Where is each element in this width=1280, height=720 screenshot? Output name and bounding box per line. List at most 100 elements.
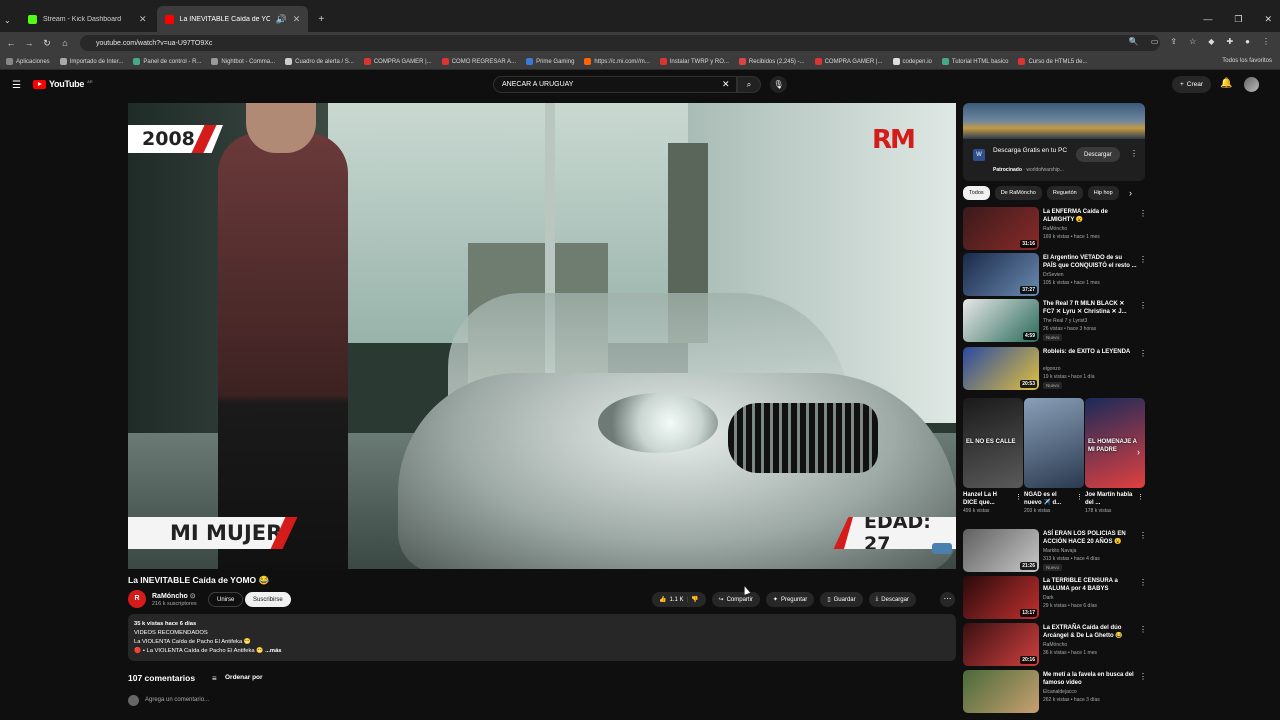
video-channel[interactable]: RaMóncho	[1043, 226, 1067, 232]
chevron-right-icon[interactable]: ›	[1129, 188, 1132, 198]
comment-input[interactable]: Agrega un comentario...	[145, 697, 209, 703]
close-window-icon[interactable]: ✕	[1264, 14, 1272, 25]
hamburger-menu-icon[interactable]: ☰	[12, 80, 21, 91]
short-title[interactable]: Hanzel La H DICE que...	[963, 491, 1011, 507]
back-icon[interactable]: ←	[2, 38, 20, 48]
short-thumbnail[interactable]: EL NO ES CALLE	[963, 398, 1023, 488]
video-thumbnail[interactable]: 13:17	[963, 576, 1039, 619]
channel-avatar[interactable]: R	[128, 590, 146, 608]
chip-all[interactable]: Todos	[963, 186, 990, 200]
short-thumbnail[interactable]: EL HOMENAJE A MI PADRE	[1085, 398, 1145, 488]
sponsored-ad-card[interactable]: W Descarga Gratis en tu PC Patrocinado ·…	[963, 103, 1145, 181]
video-menu-icon[interactable]: ⋮	[1139, 672, 1147, 681]
bookmark-item[interactable]: https://c.mi.com//m...	[584, 58, 650, 65]
recommended-video[interactable]: 31:16 La ENFERMA Caída de ALMIGHTY 😮 RaMón…	[963, 207, 1147, 251]
video-thumbnail[interactable]: 20:16	[963, 623, 1039, 666]
description-link[interactable]: 🔴 • La VIOLENTA Caída de Pacho El Antife…	[134, 648, 263, 654]
video-title[interactable]: Me metí a la favela en busca del famoso …	[1043, 671, 1137, 687]
save-button[interactable]: ▯ Guardar	[820, 592, 863, 607]
video-player[interactable]: 2008 RM MI MUJER EDAD: 27	[128, 103, 956, 569]
close-tab-icon[interactable]: ✕	[139, 14, 147, 25]
microphone-icon[interactable]: 🎙	[770, 76, 787, 93]
bookmark-item[interactable]: Prime Gaming	[526, 58, 574, 65]
share-page-icon[interactable]: ⇪	[1170, 37, 1177, 46]
browser-tab-kick[interactable]: Stream - Kick Dashboard ✕	[20, 6, 155, 32]
minimize-icon[interactable]: —	[1203, 14, 1212, 25]
youtube-logo[interactable]: YouTube AR	[33, 79, 93, 89]
video-channel[interactable]: RaMóncho	[1043, 642, 1067, 648]
chip-reggaeton[interactable]: Reguetón	[1046, 186, 1083, 200]
subscribe-button[interactable]: Suscribirse	[245, 592, 291, 607]
short-item[interactable]: EL HOMENAJE A MI PADRE Joe Martín habla d…	[1085, 398, 1145, 514]
video-menu-icon[interactable]: ⋮	[1139, 349, 1147, 358]
ad-image[interactable]	[963, 103, 1145, 139]
home-icon[interactable]: ⌂	[56, 38, 74, 48]
bookmark-item[interactable]: Cuadro de alerta / S...	[285, 58, 354, 65]
sort-by-button[interactable]: Ordenar por	[225, 674, 263, 681]
video-description[interactable]: 35 k vistas hace 6 días VIDEOS RECOMENDA…	[128, 614, 956, 661]
notifications-bell-icon[interactable]: 🔔	[1220, 78, 1232, 89]
bookmark-item[interactable]: Recibidos (2,245) -...	[738, 58, 805, 65]
short-menu-icon[interactable]: ⋮	[1137, 493, 1144, 501]
extension-icon[interactable]: ◆	[1208, 37, 1214, 46]
video-channel[interactable]: elgonzo	[1043, 366, 1061, 372]
shorts-next-icon[interactable]: ›	[1137, 447, 1140, 457]
reload-icon[interactable]: ↻	[38, 38, 56, 49]
video-title[interactable]: El Argentino VETADO de su PAÍS que CONQU…	[1043, 254, 1137, 270]
video-menu-icon[interactable]: ⋮	[1139, 578, 1147, 587]
video-thumbnail[interactable]: 31:16	[963, 207, 1039, 250]
sort-icon[interactable]: ≡	[212, 674, 217, 683]
short-item[interactable]: EL NO ES CALLE Hanzel La H DICE que... 499…	[963, 398, 1023, 514]
short-item[interactable]: NGAD es el nuevo ✈️ d... 203 k vistas ⋮	[1024, 398, 1084, 514]
video-menu-icon[interactable]: ⋮	[1139, 255, 1147, 264]
bookmark-item[interactable]: Panel de control - R...	[133, 58, 201, 65]
share-button[interactable]: ↪ Compartir	[711, 592, 760, 607]
video-menu-icon[interactable]: ⋮	[1139, 625, 1147, 634]
clear-search-icon[interactable]: ✕	[722, 79, 730, 90]
all-bookmarks[interactable]: Todos los favoritos	[1222, 58, 1272, 64]
channel-name[interactable]: RaMóncho ⊙	[152, 592, 196, 600]
search-button[interactable]: ⌕	[737, 76, 761, 93]
video-title[interactable]: La EXTRAÑA Caída del dúo Arcángel & De L…	[1043, 624, 1137, 640]
ask-button[interactable]: ✦ Preguntar	[765, 592, 815, 607]
user-avatar[interactable]	[1244, 77, 1259, 92]
forward-icon[interactable]: →	[20, 38, 38, 48]
bookmark-star-icon[interactable]: ☆	[1189, 37, 1196, 46]
short-menu-icon[interactable]: ⋮	[1015, 493, 1022, 501]
video-title[interactable]: The Real 7 ft MILN BLACK ✕ FC7 ✕ Lyru ✕ …	[1043, 300, 1137, 316]
join-button[interactable]: Unirse	[208, 592, 244, 607]
cast-icon[interactable]: ▭	[1151, 37, 1159, 46]
more-actions-icon[interactable]: ⋯	[940, 592, 955, 607]
menu-icon[interactable]: ⋮	[1262, 37, 1270, 46]
bookmark-item[interactable]: Importado de Inter...	[59, 58, 123, 65]
like-button[interactable]: 👍 1.1 K | 👎	[652, 592, 706, 607]
download-button[interactable]: ⤓ Descargar	[868, 592, 916, 607]
bookmark-item[interactable]: Aplicaciones	[6, 58, 50, 65]
chip-from-channel[interactable]: De RaMóncho	[994, 186, 1042, 200]
thumbs-down-icon[interactable]: 👎	[691, 596, 698, 603]
bookmark-item[interactable]: codepen.io	[892, 58, 932, 65]
video-channel[interactable]: Dark	[1043, 595, 1054, 601]
recommended-video[interactable]: 20:53 Robleis: de EXITO a LEYENDA elgonzo 1…	[963, 347, 1147, 391]
bookmark-item[interactable]: COMO REGRESAR A...	[441, 58, 516, 65]
video-title[interactable]: La ENFERMA Caída de ALMIGHTY 😮	[1043, 208, 1137, 224]
browser-tab-youtube[interactable]: La INEVITABLE Caída de YO 🔊 ✕	[156, 6, 309, 32]
recommended-video[interactable]: 4:59 The Real 7 ft MILN BLACK ✕ FC7 ✕ Lyr…	[963, 299, 1147, 343]
chip-hip-hop[interactable]: Hip hop	[1087, 186, 1119, 200]
short-title[interactable]: Joe Martín habla del ...	[1085, 491, 1133, 507]
ad-title[interactable]: Descarga Gratis en tu PC	[993, 147, 1069, 155]
search-input[interactable]: ANECAR A URUGUAY	[493, 76, 737, 93]
video-title[interactable]: La TERRIBLE CENSURA a MALUMA por 4 BABYS	[1043, 577, 1137, 593]
video-thumbnail[interactable]: 20:53	[963, 347, 1039, 390]
show-more-link[interactable]: ...más	[265, 648, 281, 654]
video-menu-icon[interactable]: ⋮	[1139, 209, 1147, 218]
short-menu-icon[interactable]: ⋮	[1076, 493, 1083, 501]
maximize-icon[interactable]: ❐	[1234, 14, 1242, 25]
video-thumbnail[interactable]: 37:27	[963, 253, 1039, 296]
video-menu-icon[interactable]: ⋮	[1139, 531, 1147, 540]
audio-icon[interactable]: 🔊	[276, 14, 287, 25]
bookmark-item[interactable]: COMPRA GAMER |...	[363, 58, 432, 65]
video-channel[interactable]: The Real 7 y Lyrist3	[1043, 318, 1087, 324]
video-title[interactable]: Robleis: de EXITO a LEYENDA	[1043, 348, 1137, 356]
zoom-icon[interactable]: 🔍	[1129, 37, 1139, 46]
